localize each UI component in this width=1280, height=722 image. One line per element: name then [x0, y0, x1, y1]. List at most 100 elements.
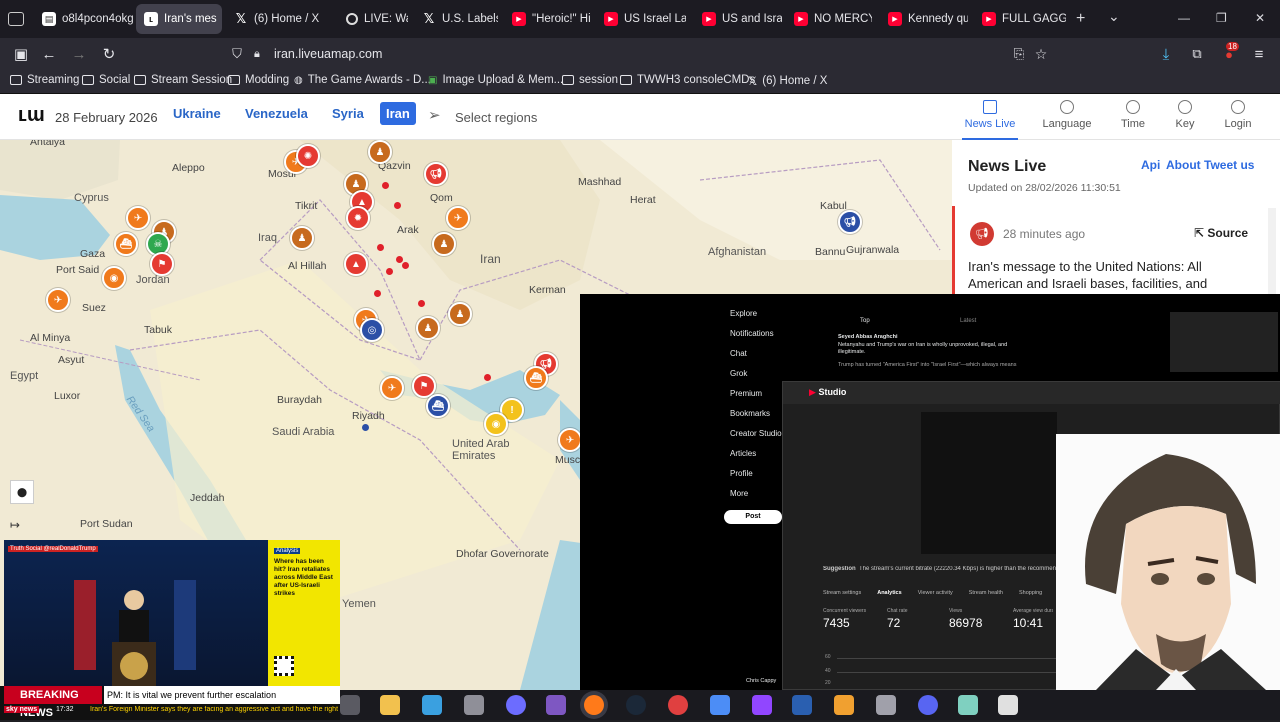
incident-dot[interactable] — [362, 424, 369, 431]
game-icon[interactable] — [668, 695, 688, 715]
event-marker-soldier[interactable]: ♟ — [368, 140, 392, 164]
x-nav-item[interactable]: Chat — [730, 344, 820, 364]
tab-8[interactable]: ▶US and Israel — [694, 4, 782, 34]
select-regions-link[interactable]: Select regions — [455, 110, 537, 125]
event-marker-megaphone[interactable]: 📢︎ — [424, 162, 448, 186]
tab-4[interactable]: LIVE: Wa — [338, 4, 408, 34]
expand-panel-button[interactable]: ↦ — [10, 518, 20, 532]
bookmark-star-icon[interactable]: ☆ — [1030, 44, 1052, 64]
liveuamap-logo[interactable]: ʟɯ — [18, 104, 45, 127]
region-venezuela[interactable]: Venezuela — [245, 106, 308, 121]
menu-icon[interactable]: ≡ — [1248, 44, 1270, 64]
tab-3[interactable]: 𝕏(6) Home / X — [226, 4, 326, 34]
event-marker-megaphone[interactable]: 📢︎ — [838, 210, 862, 234]
incident-dot[interactable] — [382, 182, 389, 189]
x-tab-latest[interactable]: Latest — [960, 318, 976, 324]
bookmark-modding[interactable]: Modding — [228, 74, 289, 86]
sidebar-toggle-icon[interactable]: ▣ — [10, 44, 32, 64]
event-marker-ship[interactable]: ⛴ — [524, 366, 548, 390]
back-arrow-icon[interactable]: ← — [38, 44, 60, 64]
discord-icon[interactable] — [918, 695, 938, 715]
obs-icon[interactable] — [506, 695, 526, 715]
file-explorer-icon[interactable] — [340, 695, 360, 715]
extensions-icon[interactable]: ⧉ — [1186, 44, 1208, 64]
tab-7[interactable]: ▶US Israel Lau — [596, 4, 686, 34]
vpn-icon[interactable] — [546, 695, 566, 715]
download-icon[interactable]: ⤓ — [1155, 44, 1177, 64]
event-marker-target[interactable]: ◉ — [484, 412, 508, 436]
url-bar[interactable]: 🔒︎iran.liveuamap.com — [248, 44, 1048, 64]
tab-overview-icon[interactable] — [8, 12, 24, 26]
tab-2[interactable]: ʟIran's mes✕ — [136, 4, 222, 34]
layers-button[interactable]: ⬤ — [10, 480, 34, 504]
bookmark-session[interactable]: session — [562, 74, 618, 86]
studio-tab[interactable]: Stream settings — [823, 590, 861, 596]
incident-dot[interactable] — [386, 268, 393, 275]
restore-button[interactable]: ❐ — [1216, 11, 1227, 25]
incident-dot[interactable] — [402, 262, 409, 269]
app-icon[interactable] — [464, 695, 484, 715]
incident-dot[interactable] — [484, 374, 491, 381]
x-post-button[interactable]: Post — [724, 510, 782, 524]
tool-news-live[interactable]: News Live — [962, 100, 1018, 140]
incident-dot[interactable] — [394, 202, 401, 209]
studio-tab[interactable]: Stream health — [969, 590, 1003, 596]
mail-icon[interactable] — [422, 695, 442, 715]
event-marker-plane[interactable]: ✈ — [126, 206, 150, 230]
x-post-author[interactable]: Seyed Abbas Araghchi — [838, 334, 898, 340]
news-scrollbar[interactable] — [1268, 208, 1276, 300]
event-marker-ship[interactable]: ⛴ — [114, 232, 138, 256]
event-marker-soldier[interactable]: ♟ — [290, 226, 314, 250]
studio-tab[interactable]: Shopping — [1019, 590, 1042, 596]
event-marker-plane[interactable]: ✈ — [380, 376, 404, 400]
firefox-icon[interactable] — [584, 695, 604, 715]
event-marker-soldier[interactable]: ♟ — [416, 316, 440, 340]
x-user-name[interactable]: Chris Cappy — [746, 678, 776, 684]
incident-dot[interactable] — [374, 290, 381, 297]
event-marker-strike[interactable]: ✺ — [296, 144, 320, 168]
current-date[interactable]: 28 February 2026 — [55, 110, 158, 125]
event-marker-plane[interactable]: ✈ — [46, 288, 70, 312]
bookmark-twwh3[interactable]: TWWH3 consoleCMDs — [620, 74, 755, 86]
git-icon[interactable] — [710, 695, 730, 715]
steam-icon[interactable] — [626, 695, 646, 715]
studio-tab[interactable]: Viewer activity — [918, 590, 953, 596]
tool-time[interactable]: Time — [1105, 100, 1161, 130]
event-marker-soldier[interactable]: ♟ — [432, 232, 456, 256]
tool-icon[interactable] — [876, 695, 896, 715]
rsi-icon[interactable] — [792, 695, 812, 715]
new-tab-button[interactable]: + — [1076, 10, 1085, 28]
media-icon[interactable] — [834, 695, 854, 715]
reload-icon[interactable]: ↻ — [98, 44, 120, 64]
folder-icon[interactable] — [380, 695, 400, 715]
close-window-button[interactable]: ✕ — [1255, 11, 1265, 25]
shield-icon[interactable]: ⛉ — [226, 44, 248, 64]
about-link[interactable]: About — [1166, 158, 1201, 172]
tab-list-button[interactable]: ⌄ — [1108, 8, 1120, 25]
event-marker-plane[interactable]: ✈ — [558, 428, 582, 452]
studio-tab-active[interactable]: Analytics — [877, 590, 901, 596]
bookmark-stream-session[interactable]: Stream Session — [134, 74, 232, 86]
x-tab-top[interactable]: Top — [860, 318, 870, 324]
x-nav-item[interactable]: Explore — [730, 304, 820, 324]
tool-key[interactable]: Key — [1157, 100, 1213, 130]
event-marker-soldier[interactable]: ♟ — [448, 302, 472, 326]
region-iran[interactable]: Iran — [380, 102, 416, 125]
tab-10[interactable]: ▶Kennedy que — [880, 4, 968, 34]
source-link[interactable]: ⇱ Source — [1194, 226, 1248, 240]
event-marker-ship[interactable]: ⛴ — [426, 394, 450, 418]
tab-5[interactable]: 𝕏U.S. Labels Ir — [414, 4, 498, 34]
minimize-button[interactable]: — — [1178, 11, 1190, 25]
event-marker-target[interactable]: ◉ — [102, 266, 126, 290]
calendar-icon[interactable] — [998, 695, 1018, 715]
bookmark-game-awards[interactable]: ◍The Game Awards - D... — [294, 74, 431, 86]
tab-9[interactable]: ▶NO MERCY: — [786, 4, 872, 34]
tab-11[interactable]: ▶FULL GAGGL — [974, 4, 1066, 34]
region-syria[interactable]: Syria — [332, 106, 364, 121]
event-marker-jet[interactable]: ✈ — [446, 206, 470, 230]
news-item-text[interactable]: Iran's message to the United Nations: Al… — [968, 258, 1258, 292]
event-marker-target[interactable]: ◎ — [360, 318, 384, 342]
api-link[interactable]: Api — [1141, 158, 1160, 172]
region-ukraine[interactable]: Ukraine — [173, 106, 221, 121]
bookmark-streaming[interactable]: Streaming — [10, 74, 79, 86]
